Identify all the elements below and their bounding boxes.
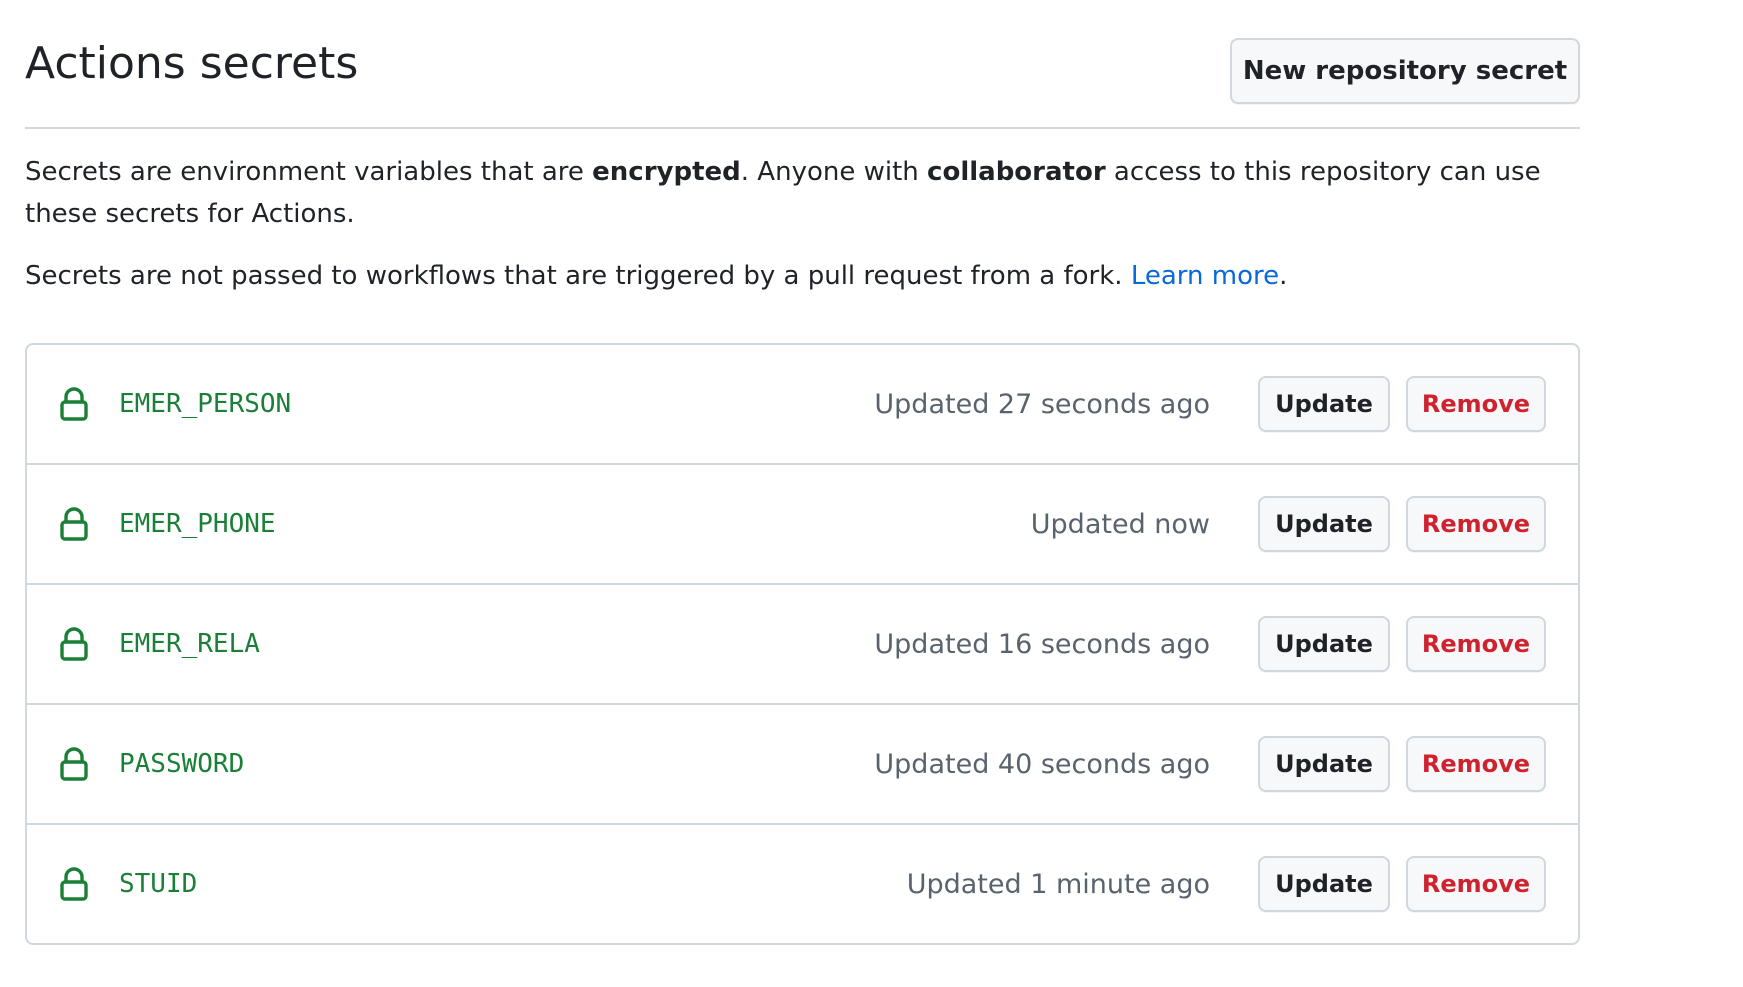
lock-icon: [59, 867, 89, 901]
learn-more-link[interactable]: Learn more: [1131, 261, 1279, 291]
secret-name: STUID: [119, 869, 198, 899]
lock-icon: [59, 627, 89, 661]
secret-updated-time: Updated now: [1030, 508, 1210, 540]
lock-icon: [59, 387, 89, 421]
secret-updated-time: Updated 27 seconds ago: [874, 388, 1210, 420]
description-emphasis-encrypted: encrypted: [592, 157, 741, 187]
page-header: Actions secrets New repository secret: [25, 0, 1580, 129]
update-secret-button[interactable]: Update: [1258, 856, 1390, 912]
secret-name: EMER_RELA: [119, 629, 260, 659]
description-text: Secrets are environment variables that a…: [25, 157, 593, 187]
secret-updated-time: Updated 1 minute ago: [906, 868, 1210, 900]
secret-name: EMER_PHONE: [119, 509, 276, 539]
secret-row: EMER_PHONE Updated now Update Remove: [27, 463, 1578, 583]
description-fork: Secrets are not passed to workflows that…: [25, 255, 1580, 297]
secret-updated-time: Updated 16 seconds ago: [874, 628, 1210, 660]
secret-updated-time: Updated 40 seconds ago: [874, 748, 1210, 780]
description-emphasis-collaborator: collaborator: [927, 157, 1106, 187]
remove-secret-button[interactable]: Remove: [1406, 496, 1546, 552]
secret-name: EMER_PERSON: [119, 389, 292, 419]
lock-icon: [59, 507, 89, 541]
update-secret-button[interactable]: Update: [1258, 616, 1390, 672]
description-encryption: Secrets are environment variables that a…: [25, 151, 1580, 235]
secrets-settings-page: Actions secrets New repository secret Se…: [25, 0, 1580, 945]
secret-name: PASSWORD: [119, 749, 245, 779]
update-secret-button[interactable]: Update: [1258, 376, 1390, 432]
remove-secret-button[interactable]: Remove: [1406, 616, 1546, 672]
secret-row: EMER_PERSON Updated 27 seconds ago Updat…: [27, 345, 1578, 463]
lock-icon: [59, 747, 89, 781]
secret-row: STUID Updated 1 minute ago Update Remove: [27, 823, 1578, 943]
description-text: . Anyone with: [740, 157, 928, 187]
update-secret-button[interactable]: Update: [1258, 736, 1390, 792]
remove-secret-button[interactable]: Remove: [1406, 736, 1546, 792]
remove-secret-button[interactable]: Remove: [1406, 376, 1546, 432]
secret-row: EMER_RELA Updated 16 seconds ago Update …: [27, 583, 1578, 703]
secret-row: PASSWORD Updated 40 seconds ago Update R…: [27, 703, 1578, 823]
description-text: Secrets are not passed to workflows that…: [25, 261, 1131, 291]
remove-secret-button[interactable]: Remove: [1406, 856, 1546, 912]
new-repository-secret-button[interactable]: New repository secret: [1230, 38, 1580, 104]
update-secret-button[interactable]: Update: [1258, 496, 1390, 552]
description-period: .: [1279, 261, 1288, 291]
page-title: Actions secrets: [25, 38, 359, 89]
secrets-list: EMER_PERSON Updated 27 seconds ago Updat…: [25, 343, 1580, 945]
